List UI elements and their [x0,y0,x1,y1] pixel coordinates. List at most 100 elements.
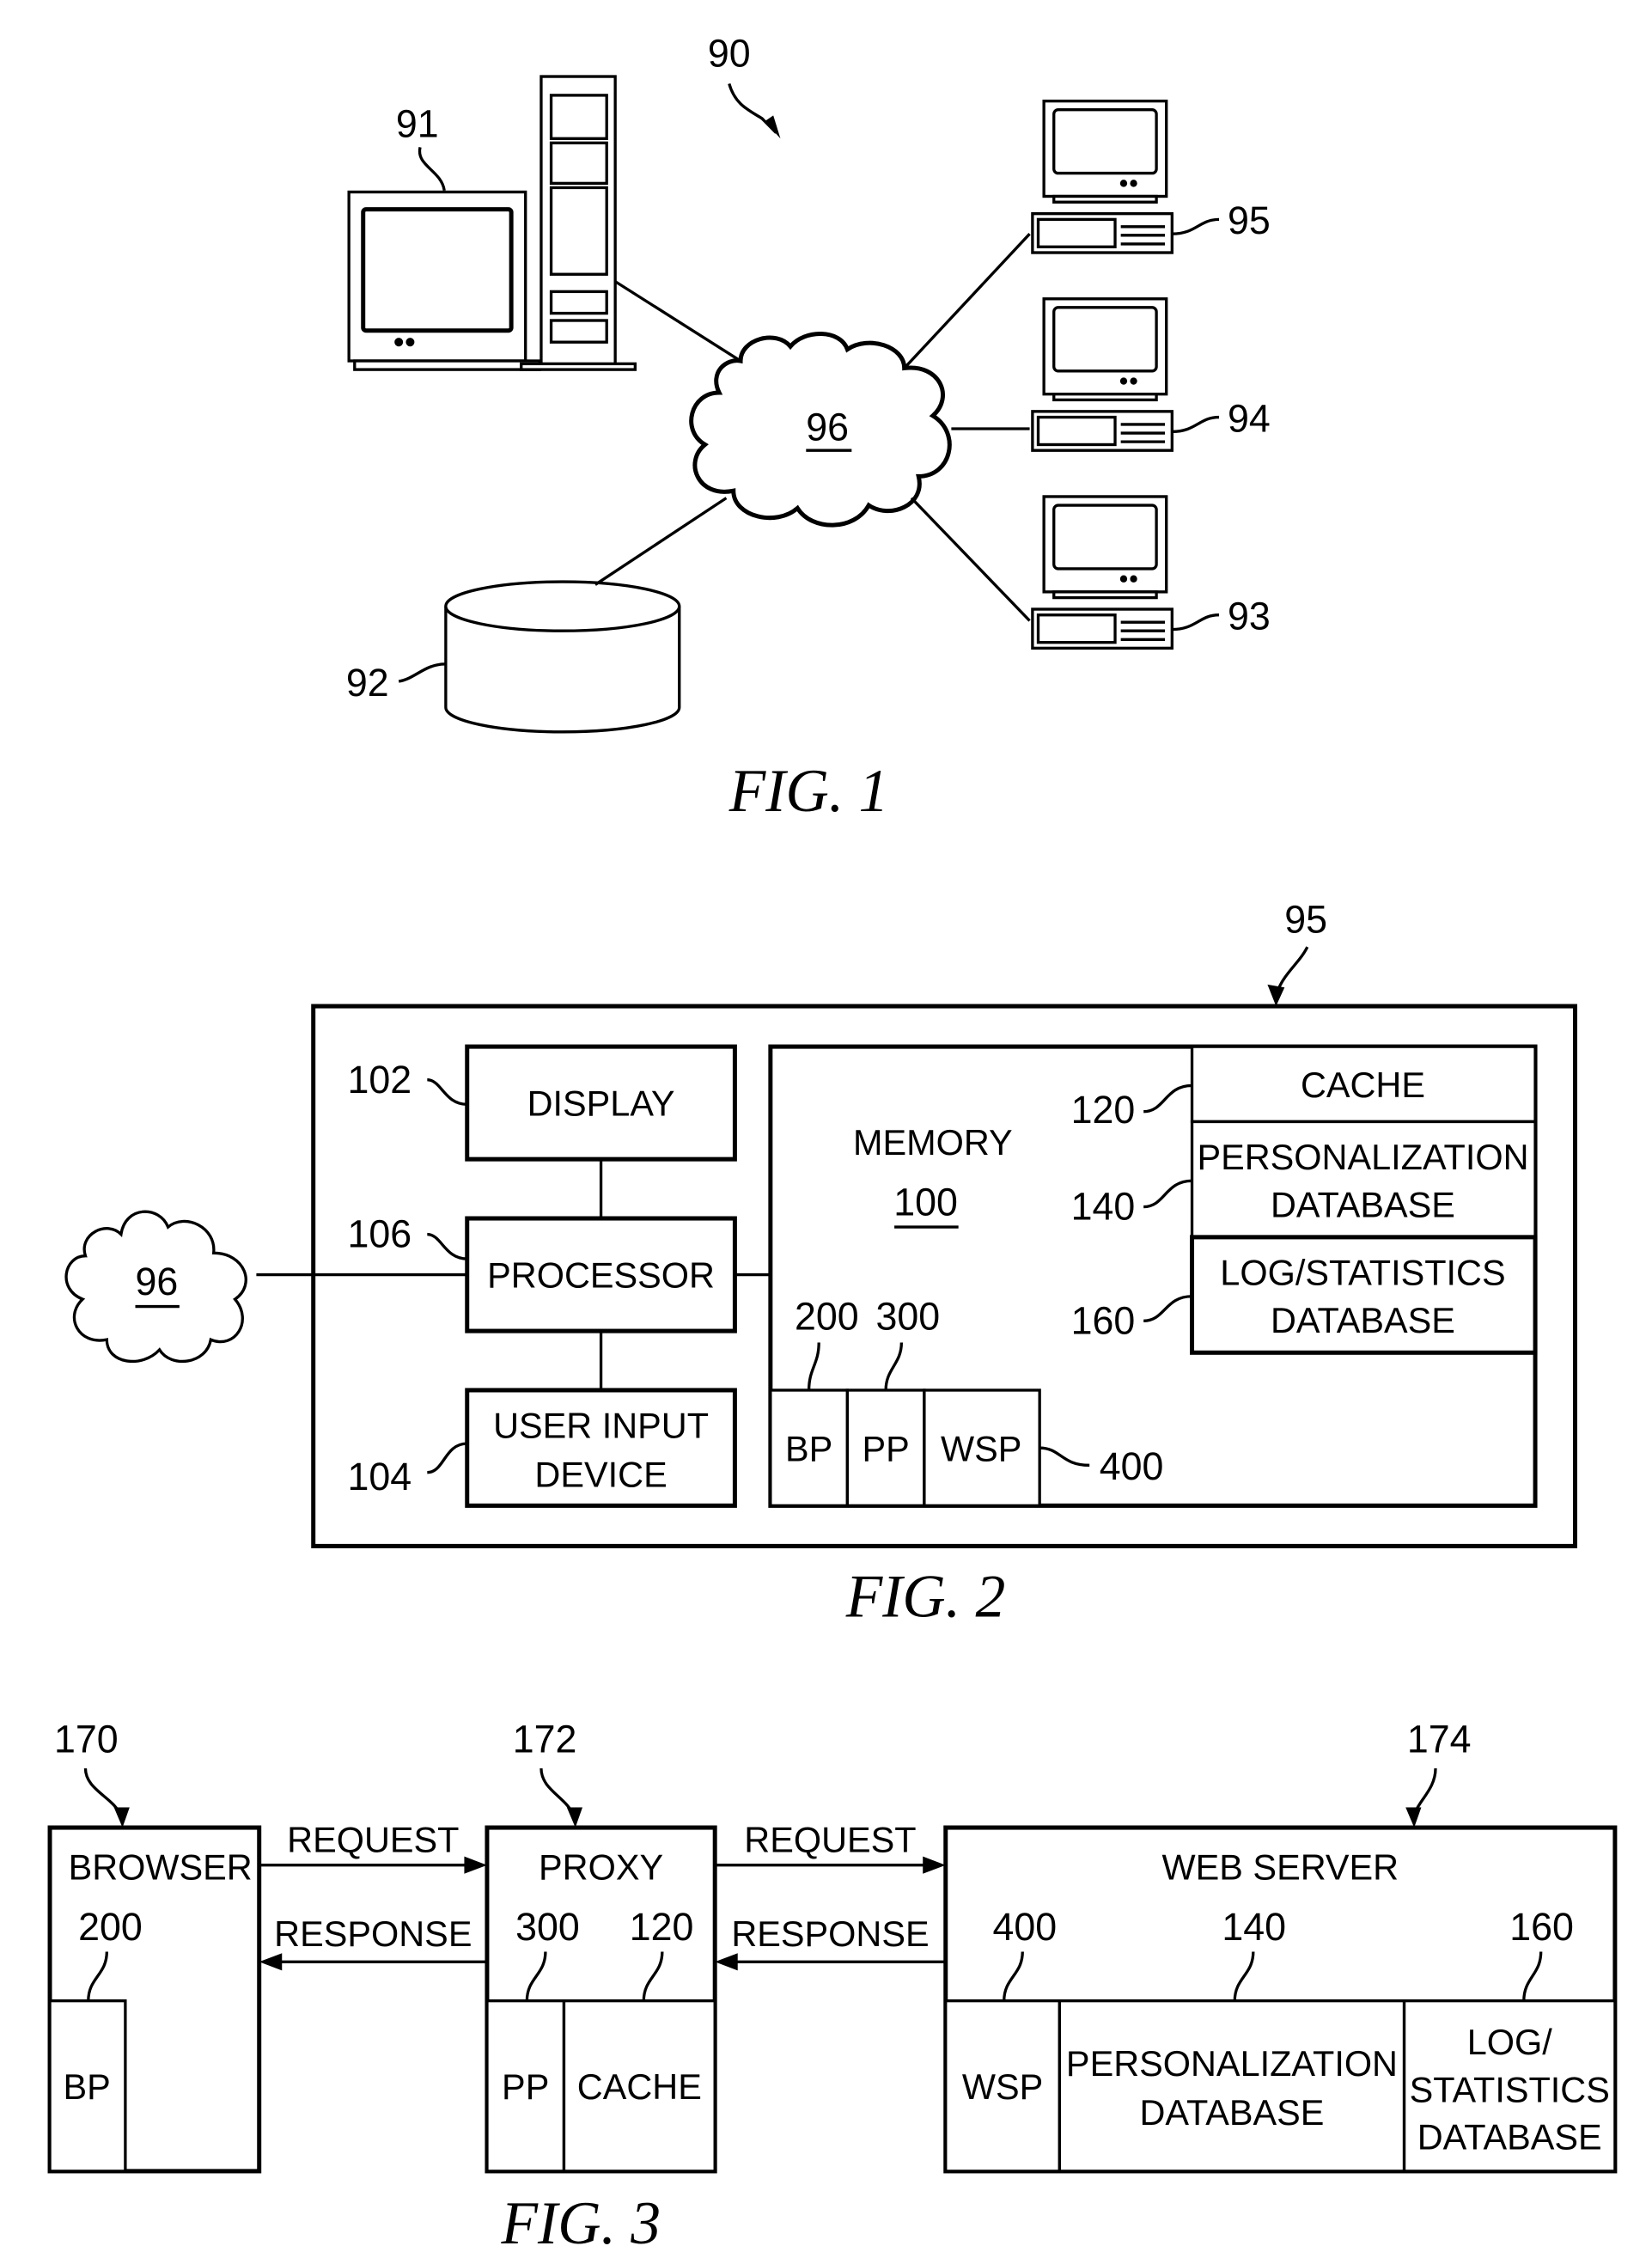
personalization-db-label: PERSONALIZATION [1066,2043,1398,2084]
tower-bay [549,319,608,344]
storage-database-icon: 92 [346,580,681,734]
ref-label-93: 93 [1228,594,1271,638]
figure-caption: FIG. 1 [728,759,889,826]
button-dot [1119,377,1128,385]
personalization-db-label: DATABASE [1139,2092,1324,2133]
button-dot [1119,575,1128,583]
ref-label-160: 160 [1509,1905,1574,1949]
ref-label-96: 96 [806,405,849,449]
ref-label-200: 200 [795,1294,859,1338]
ref-label-300: 300 [515,1905,580,1949]
client-computer-icon: 93 [1031,495,1271,650]
leader-line [1172,217,1220,235]
monitor-stand [1052,590,1158,600]
bp-label: BP [785,1428,832,1468]
arrow-head-icon [259,1953,283,1971]
monitor-stand [1052,392,1158,402]
ref-label-400: 400 [992,1905,1057,1949]
personalization-database-box [1058,1999,1406,2173]
ref-label-120: 120 [630,1905,694,1949]
log-db-label: DATABASE [1271,1300,1455,1340]
personalization-db-label: DATABASE [1271,1184,1455,1224]
ref-label-102: 102 [347,1058,411,1102]
monitor-screen [1052,306,1158,373]
processor-label: PROCESSOR [487,1254,715,1295]
cache-label: CACHE [1301,1065,1425,1105]
patent-drawing-sheet: 90 91 95 94 93 96 92 FIG. 1 95 96 DISPLAY … [47,31,1618,2252]
log-db-label: DATABASE [1417,2116,1602,2157]
display-label: DISPLAY [527,1083,675,1123]
web-server-label: WEB SERVER [1162,1846,1399,1887]
ref-label-300: 300 [876,1294,941,1338]
ref-label-170: 170 [54,1717,119,1761]
ref-label-174: 174 [1407,1717,1472,1761]
log-db-label: STATISTICS [1410,2069,1610,2109]
tower-bay [549,141,608,186]
log-db-label: LOG/STATISTICS [1220,1252,1505,1292]
cylinder-top [444,580,681,632]
request-label: REQUEST [744,1819,916,1859]
link-network-client-95 [903,233,1031,369]
pp-label: PP [502,2066,549,2107]
button-dot [405,338,415,347]
ref-label-90: 90 [708,31,751,75]
arrow-head-icon [765,115,781,139]
leader-line [1172,613,1220,632]
client-computer-icon: 95 [1031,99,1271,254]
bp-label: BP [63,2066,110,2107]
monitor-screen [1052,108,1158,175]
wsp-label: WSP [962,2066,1043,2107]
arrow-head-icon [715,1953,738,1971]
client-computers: 95 94 93 [1031,99,1271,650]
pp-label: PP [862,1428,909,1468]
leader-line [398,662,446,683]
proxy-label: PROXY [539,1846,663,1887]
ref-label-92: 92 [346,661,389,705]
figure-caption: FIG. 3 [501,2191,661,2252]
response-label: RESPONSE [274,1913,472,1954]
ref-label-104: 104 [347,1455,411,1498]
ref-label-96: 96 [135,1260,178,1303]
ref-label-140: 140 [1222,1905,1286,1949]
leader-line [418,146,446,192]
link-network-storage [594,497,728,586]
ref-label-95: 95 [1284,897,1327,941]
monitor-screen [1052,503,1158,571]
arrow-head-icon [1267,984,1285,1007]
arrow-head-icon [923,1856,946,1874]
tower-base [520,362,637,371]
ref-label-100: 100 [893,1180,958,1224]
ref-label-140: 140 [1071,1184,1136,1228]
link-network-client-93 [910,497,1031,622]
cache-label: CACHE [577,2066,702,2107]
button-dot [1130,377,1137,385]
personalization-db-label: PERSONALIZATION [1197,1137,1528,1177]
tower-bay [549,186,608,276]
arrow-head-icon [464,1856,487,1874]
memory-label: MEMORY [853,1122,1013,1163]
monitor-base [353,359,541,371]
monitor-stand [1052,194,1158,204]
ref-label-120: 120 [1071,1088,1136,1132]
client-computer-icon: 94 [1031,297,1271,452]
ref-label-400: 400 [1100,1444,1164,1488]
leader-line [1172,415,1220,434]
ref-label-91: 91 [396,101,439,145]
button-dot [1130,575,1137,583]
request-label: REQUEST [287,1819,459,1859]
ref-label-94: 94 [1228,396,1271,440]
drive-bay [1036,613,1117,644]
ref-label-200: 200 [78,1905,143,1949]
user-input-label: USER INPUT [493,1405,709,1445]
arrow-head-icon [1405,1807,1422,1828]
arrow-head-icon [113,1807,130,1828]
ref-label-172: 172 [513,1717,577,1761]
server-workstation-icon: 91 [347,75,637,371]
wsp-label: WSP [941,1428,1021,1468]
drive-bay [1036,415,1117,447]
arrow-head-icon [566,1807,583,1828]
tower-bay [549,94,608,140]
response-label: RESPONSE [731,1913,929,1954]
monitor-screen [361,207,514,333]
log-db-label: LOG/ [1467,2022,1552,2062]
